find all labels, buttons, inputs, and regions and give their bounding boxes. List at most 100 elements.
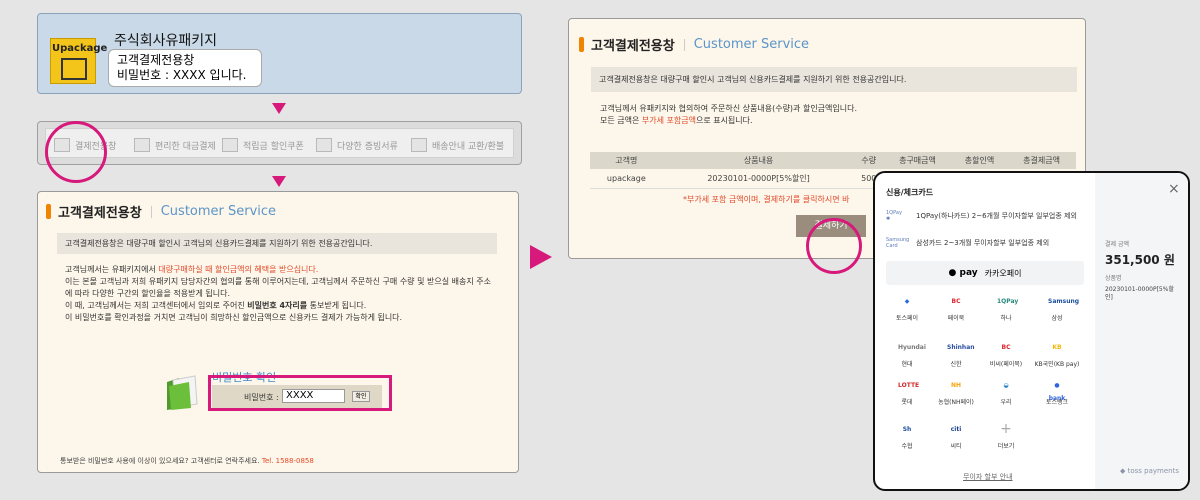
bold-text: 비밀번호 4자리를 [247,301,308,310]
installment-info-link[interactable]: 무이자 할부 안내 [963,472,1013,482]
card-label: 토스페이 [895,315,919,322]
card-label: 비씨(페이북) [989,361,1023,368]
title-en: Customer Service [160,204,277,219]
delivery-icon [411,138,427,152]
card-option[interactable]: + 더보기 [982,421,1030,450]
card-option[interactable]: Samsung 삼성 [1033,295,1081,322]
highlight-text: 부가세 포함금액 [641,116,696,125]
card-logo-icon: ● bank [1048,382,1066,402]
divider [150,205,152,218]
title-ko: 고객결제전용창 [591,39,675,54]
menu-item-easy-payment[interactable]: 편리한 대금결제 [134,138,216,152]
card-logo-icon: ◒ [1003,382,1009,389]
text: 으로 표시됩니다. [695,116,753,125]
card-option[interactable]: NH 농협(NH페이) [932,379,980,406]
card-option[interactable]: ● bank 토스뱅크 [1033,379,1081,406]
kakaopay-button[interactable]: ● pay 카카오페이 [886,261,1084,285]
pw-notice-bar: 고객결제전용창은 대량구매 할인시 고객님의 신용카드결제를 지원하기 위한 전… [57,233,497,254]
speech-bubble: 고객결제전용창 비밀번호 : XXXX 입니다. [108,49,262,87]
card-logo-icon: citi [950,426,962,433]
card-option[interactable]: BC 페이북 [932,295,980,322]
text: 고객님께서 유패키지와 협의하여 주문하신 상품내용(수량)과 할인금액입니다. [600,104,858,113]
card-option[interactable]: ◒ 우리 [982,379,1030,406]
product-name-line2: 인] [1105,294,1113,301]
highlight-circle [806,218,862,274]
card-option[interactable]: 1QPay 하나 [982,295,1030,322]
card-option[interactable]: Sh 수협 [883,423,931,450]
promo-text: 1QPay(하나카드) 2~6개월 무이자할부 일부업종 제외 [916,212,1077,220]
samsung-logo-icon: Samsung Card [886,237,910,249]
cell-product: 20230101-0000P[5%할인] [662,169,855,189]
card-label: 롯데 [901,399,913,406]
bubble-line2: 비밀번호 : XXXX 입니다. [117,68,247,82]
cs-notice-bar: 고객결제전용창은 대량구매 할인시 고객님의 신용카드결제를 지원하기 위한 전… [591,67,1077,92]
card-logo-icon: 1QPay [997,298,1019,305]
card-option[interactable]: Hyundai 현대 [883,341,931,368]
card-label: 우리 [1000,399,1012,406]
card-label: 수협 [901,443,913,450]
text: 모든 금액은 [600,116,642,125]
col-product: 상품내용 [662,152,855,169]
tel-link[interactable]: Tel. 1588-0858 [262,457,314,465]
product-label: 상품명 [1105,275,1122,282]
menu-label: 다양한 증빙서류 [337,141,398,152]
close-icon[interactable]: × [1168,181,1180,197]
card-label: KB국민(KB pay) [1034,361,1080,368]
title-ko: 고객결제전용창 [58,206,142,221]
title-bar-icon [46,204,51,219]
card-logo-icon: Hyundai [898,344,926,351]
card-logo-icon: LOTTE [898,382,920,389]
card-option[interactable]: BC 비씨(페이북) [982,341,1030,368]
menu-inner: 결제전용창 편리한 대금결제 적립금 할인쿠폰 다양한 증빙서류 배송안내 교환… [45,128,514,158]
document-icon [316,138,332,152]
col-qty: 수량 [854,152,884,169]
table-header-row: 고객명 상품내용 수량 총구매금액 총할인액 총결제금액 [590,152,1076,169]
menu-item-documents[interactable]: 다양한 증빙서류 [316,138,398,152]
promo-text: 삼성카드 2~3개월 무이자할부 일부업종 제외 [916,239,1050,247]
folder-icon [167,375,198,410]
cs-panel-title: 고객결제전용창 Customer Service [579,35,809,54]
modal-title: 신용/체크카드 [886,188,934,197]
kakaopay-logo-icon: ● pay [948,268,978,278]
contact-line: 통보받은 비밀번호 사용에 이상이 있으세요? 고객센터로 연락주세요. Tel… [60,456,314,466]
box-icon [61,58,87,80]
coupon-icon [222,138,238,152]
col-customer: 고객명 [590,152,663,169]
card-option[interactable]: Shinhan 신한 [932,341,980,368]
menu-label: 배송안내 교환/환불 [432,141,505,152]
cell-customer: upackage [590,169,663,189]
text: 에 따라 다양한 구간의 할인율을 적용받게 됩니다. [65,289,230,298]
payment-modal: 결제 금액 351,500 원 상품명 20230101-0000P[5%할 인… [873,171,1190,491]
card-logo-icon: NH [950,382,962,389]
menu-item-delivery[interactable]: 배송안내 교환/환불 [411,138,504,152]
down-arrow-icon [272,176,286,187]
card-logo-icon: + [1000,421,1012,437]
promo-samsung: Samsung Card 삼성카드 2~3개월 무이자할부 일부업종 제외 [886,237,1049,249]
down-arrow-icon [272,103,286,114]
kakaopay-label: 카카오페이 [984,268,1022,278]
highlight-text: 대량구매하실 때 할인금액의 혜택을 받으십니다. [158,265,319,274]
contact-text: 통보받은 비밀번호 사용에 이상이 있으세요? 고객센터로 연락주세요. [60,457,260,465]
card-option[interactable]: citi 씨티 [932,423,980,450]
card-logo-icon: Sh [902,426,912,433]
card-label: 신한 [950,361,962,368]
col-payment: 총결제금액 [1007,152,1076,169]
card-label: 하나 [1000,315,1012,322]
menu-item-coupon[interactable]: 적립금 할인쿠폰 [222,138,304,152]
card-logo-icon: ◆ [904,298,910,305]
title-bar-icon [579,37,584,52]
menu-label: 편리한 대금결제 [155,141,216,152]
card-option[interactable]: KB KB국민(KB pay) [1033,341,1081,368]
text: 이 비밀번호를 확인과정을 거치면 고객님이 희망하신 할인금액으로 신용카드 … [65,313,403,322]
card-option[interactable]: LOTTE 롯데 [883,379,931,406]
card-logo-icon: Shinhan [947,344,975,351]
amount-label: 결제 금액 [1105,241,1129,248]
card-label: 토스뱅크 [1045,399,1069,406]
card-logo-icon: Samsung [1048,298,1080,305]
vat-footnote: *부가세 포함 금액이며, 결제하기를 클릭하시면 바 [683,195,850,204]
company-name: 주식회사유패키지 [114,33,218,49]
card-option[interactable]: ◆ 토스페이 [883,295,931,322]
product-name-line1: 20230101-0000P[5%할 [1105,286,1174,293]
card-label: 씨티 [950,443,962,450]
col-discount: 총할인액 [951,152,1008,169]
